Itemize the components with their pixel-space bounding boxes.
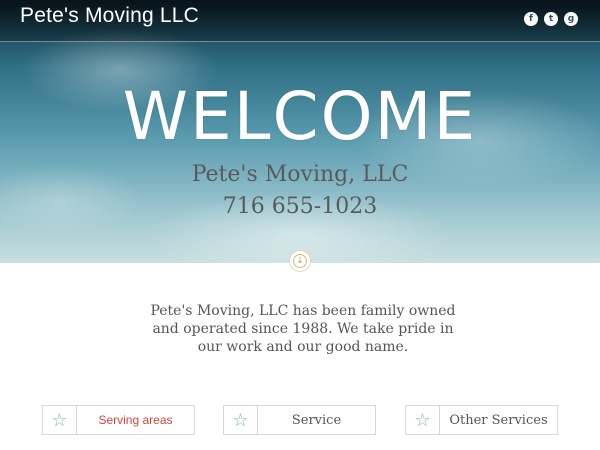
scroll-down-button[interactable]: ↓ bbox=[289, 250, 311, 272]
star-outline-icon: ☆ bbox=[43, 406, 77, 434]
serving-areas-card[interactable]: ☆ Serving areas bbox=[42, 405, 195, 435]
hero-phone-number: 716 655-1023 bbox=[222, 194, 378, 219]
google-plus-icon[interactable]: g bbox=[564, 12, 578, 26]
arrow-down-circle-icon: ↓ bbox=[293, 254, 307, 268]
service-card[interactable]: ☆ Service bbox=[223, 405, 376, 435]
site-title-link[interactable]: Pete's Moving LLC bbox=[20, 4, 199, 28]
hero-company-name: Pete's Moving, LLC bbox=[191, 162, 409, 187]
welcome-heading: WELCOME bbox=[122, 78, 478, 155]
card-label-serving-areas[interactable]: Serving areas bbox=[77, 406, 194, 434]
social-links: f t g bbox=[524, 12, 578, 26]
facebook-icon[interactable]: f bbox=[524, 12, 538, 26]
other-services-card[interactable]: ☆ Other Services bbox=[405, 405, 558, 435]
top-bar: Pete's Moving LLC f t g bbox=[0, 0, 600, 42]
hero-banner: Pete's Moving LLC f t g WELCOME Pete's M… bbox=[0, 0, 600, 263]
intro-paragraph: Pete's Moving, LLC has been family owned… bbox=[150, 303, 456, 355]
card-label-other-services[interactable]: Other Services bbox=[440, 406, 557, 434]
twitter-icon[interactable]: t bbox=[544, 12, 558, 26]
star-outline-icon: ☆ bbox=[224, 406, 258, 434]
card-label-service[interactable]: Service bbox=[258, 406, 375, 434]
star-outline-icon: ☆ bbox=[406, 406, 440, 434]
